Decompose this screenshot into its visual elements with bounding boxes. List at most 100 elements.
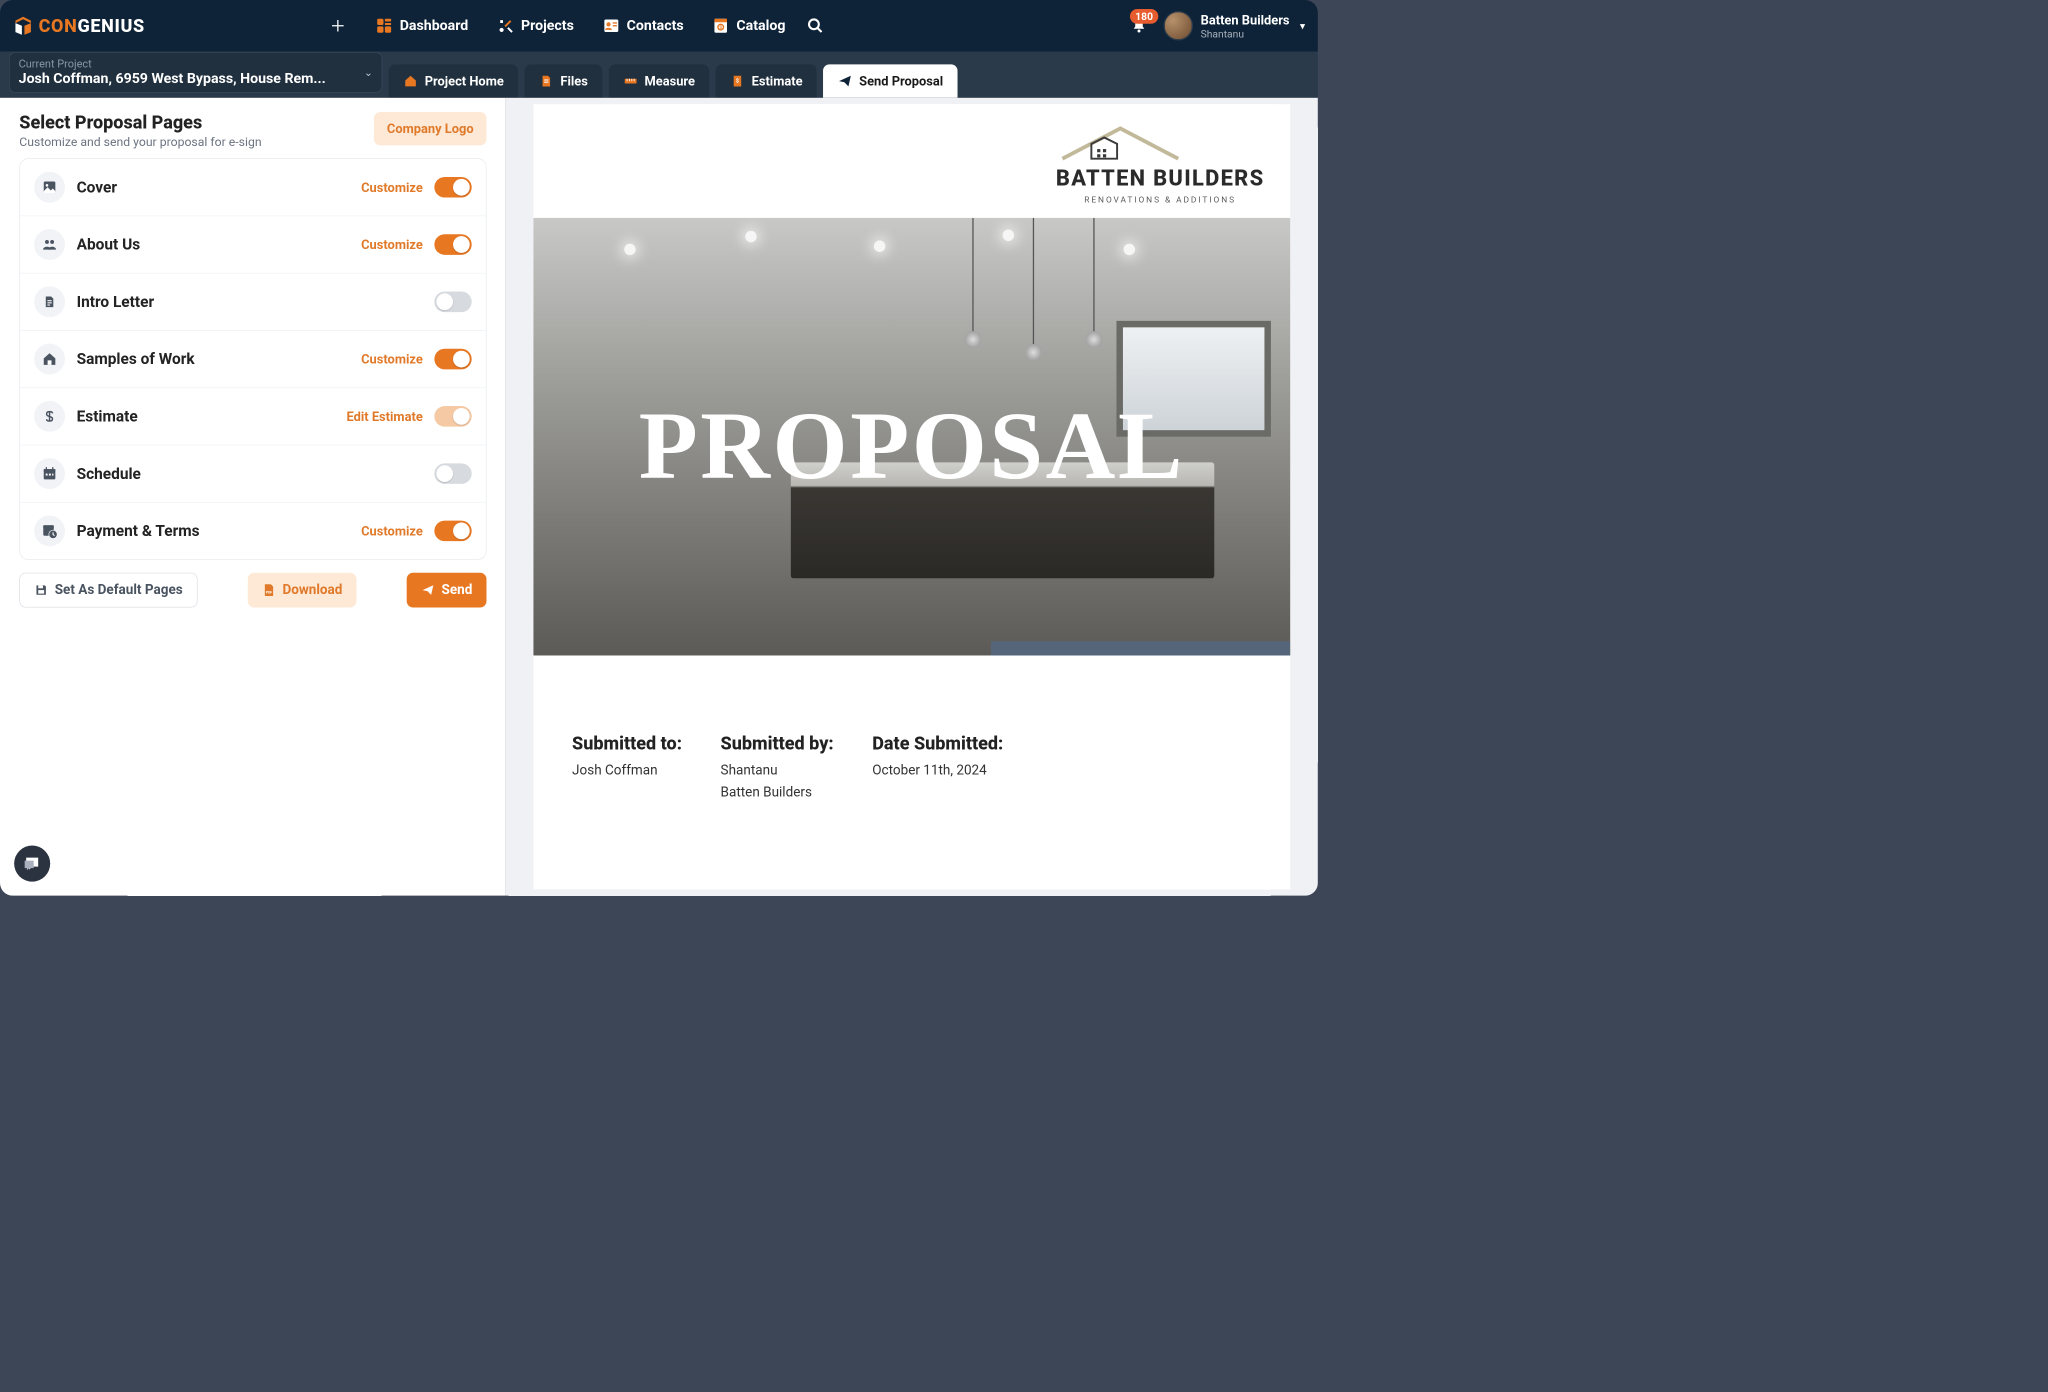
button-label: Set As Default Pages <box>55 582 183 597</box>
page-icon <box>34 401 65 432</box>
tab-measure[interactable]: Measure <box>608 64 709 97</box>
preview-scroll[interactable]: BATTEN BUILDERS RENOVATIONS & ADDITIONS <box>514 104 1311 889</box>
save-icon <box>34 583 48 597</box>
home-icon <box>403 73 418 88</box>
notifications-button[interactable]: 180 <box>1126 13 1152 39</box>
file-icon <box>539 73 554 88</box>
submitted-to-value: Josh Coffman <box>572 761 682 783</box>
page-toggle[interactable] <box>434 406 471 427</box>
tools-icon <box>497 17 515 35</box>
ruler-icon <box>623 73 638 88</box>
project-selector[interactable]: Current Project Josh Coffman, 6959 West … <box>9 52 382 93</box>
tab-label: Estimate <box>752 73 803 88</box>
avatar <box>1163 11 1193 41</box>
add-button[interactable] <box>325 13 351 39</box>
page-title: Intro Letter <box>77 293 423 311</box>
tab-label: Project Home <box>425 73 504 88</box>
page-toggle[interactable] <box>434 521 471 542</box>
invoice-icon: $ <box>730 73 745 88</box>
logo-mark-icon <box>13 15 34 36</box>
nav-contacts[interactable]: Contacts <box>591 10 696 41</box>
send-button[interactable]: Send <box>407 573 487 608</box>
chevron-down-icon: ⌄ <box>364 66 373 78</box>
app-logo: CONGENIUS <box>13 15 145 36</box>
tab-files[interactable]: Files <box>524 64 602 97</box>
proposal-cover-page: BATTEN BUILDERS RENOVATIONS & ADDITIONS <box>533 104 1290 889</box>
page-icon <box>34 458 65 489</box>
download-button[interactable]: PDF Download <box>248 573 357 608</box>
nav-label: Projects <box>521 18 574 34</box>
page-row: Cover Customize <box>20 159 486 216</box>
customize-link[interactable]: Edit Estimate <box>346 409 422 424</box>
page-row: Intro Letter <box>20 273 486 330</box>
catalog-icon: $ <box>712 17 730 35</box>
page-icon <box>34 286 65 317</box>
project-banner: Kitchen Remodel by Batten Builders <box>991 642 1290 656</box>
svg-text:$: $ <box>720 24 723 31</box>
customize-link[interactable]: Customize <box>361 523 423 538</box>
submitted-by-value: Shantanu <box>721 761 834 783</box>
send-icon <box>421 584 435 597</box>
nav-dashboard[interactable]: Dashboard <box>364 10 480 41</box>
nav-projects[interactable]: Projects <box>485 10 585 41</box>
nav-label: Contacts <box>627 18 684 34</box>
page-row: Estimate Edit Estimate <box>20 388 486 445</box>
svg-text:$: $ <box>736 78 739 85</box>
notif-badge: 180 <box>1130 9 1158 24</box>
nav-label: Dashboard <box>400 18 469 34</box>
submitted-by-company: Batten Builders <box>721 782 834 804</box>
tab-label: Measure <box>644 73 694 88</box>
submitted-by-label: Submitted by: <box>721 733 834 754</box>
sidebar-subtitle: Customize and send your proposal for e-s… <box>19 134 261 149</box>
page-toggle[interactable] <box>434 234 471 255</box>
send-icon <box>837 73 852 88</box>
chat-button[interactable] <box>14 846 50 882</box>
page-title: Estimate <box>77 407 335 425</box>
hero-image: PROPOSAL Kitchen Remodel by Batten Build… <box>533 218 1290 656</box>
customize-link[interactable]: Customize <box>361 180 423 195</box>
button-label: Send <box>442 582 473 597</box>
project-value: Josh Coffman, 6959 West Bypass, House Re… <box>19 71 326 87</box>
tab-estimate[interactable]: $ Estimate <box>716 64 817 97</box>
search-button[interactable] <box>802 13 828 39</box>
tab-label: Send Proposal <box>859 73 943 88</box>
page-title: Schedule <box>77 465 423 483</box>
user-menu[interactable]: Batten Builders Shantanu ▾ <box>1163 11 1305 41</box>
company-logo-button[interactable]: Company Logo <box>374 112 486 145</box>
tab-send-proposal[interactable]: Send Proposal <box>823 64 957 97</box>
page-icon <box>34 172 65 203</box>
page-title: Cover <box>77 178 350 196</box>
page-row: Schedule <box>20 445 486 502</box>
date-submitted-label: Date Submitted: <box>872 733 1003 754</box>
project-label: Current Project <box>19 58 326 71</box>
page-icon <box>34 229 65 260</box>
tab-project-home[interactable]: Project Home <box>389 64 518 97</box>
nav-catalog[interactable]: $ Catalog <box>700 10 797 41</box>
sidebar-title: Select Proposal Pages <box>19 112 261 133</box>
page-row: About Us Customize <box>20 216 486 273</box>
date-submitted-value: October 11th, 2024 <box>872 761 1003 783</box>
page-toggle[interactable] <box>434 292 471 313</box>
customize-link[interactable]: Customize <box>361 351 423 366</box>
page-title: Samples of Work <box>77 350 350 368</box>
page-toggle[interactable] <box>434 177 471 198</box>
svg-text:PDF: PDF <box>266 591 273 595</box>
page-title: About Us <box>77 236 350 254</box>
hero-title: PROPOSAL <box>533 390 1290 501</box>
set-default-button[interactable]: Set As Default Pages <box>19 573 197 608</box>
tab-label: Files <box>560 73 587 88</box>
user-name: Shantanu <box>1201 27 1290 39</box>
company-logo: BATTEN BUILDERS RENOVATIONS & ADDITIONS <box>1056 124 1265 206</box>
customize-link[interactable]: Customize <box>361 237 423 252</box>
page-toggle[interactable] <box>434 463 471 484</box>
page-row: Payment & Terms Customize <box>20 503 486 560</box>
page-row: Samples of Work Customize <box>20 331 486 388</box>
page-toggle[interactable] <box>434 349 471 370</box>
page-icon <box>34 515 65 546</box>
page-title: Payment & Terms <box>77 522 350 540</box>
page-icon <box>34 344 65 375</box>
dashboard-icon <box>375 17 393 35</box>
nav-label: Catalog <box>736 18 785 34</box>
pdf-icon: PDF <box>262 582 276 597</box>
user-company: Batten Builders <box>1201 12 1290 27</box>
